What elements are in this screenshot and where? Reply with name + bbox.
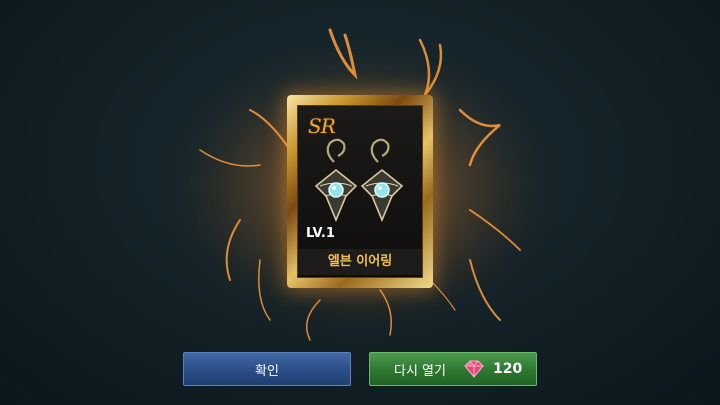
item-name: 엘븐 이어링 bbox=[298, 249, 422, 275]
reopen-button-label: 다시 열기 bbox=[394, 363, 446, 379]
confirm-button-label: 확인 bbox=[255, 363, 279, 379]
reopen-cost: 120 bbox=[492, 361, 523, 377]
elven-earrings-icon bbox=[314, 138, 404, 223]
item-card-panel: SR LV.1 엘븐 이어링 bbox=[297, 105, 423, 278]
item-card: SR LV.1 엘븐 이어링 bbox=[287, 95, 433, 288]
ruby-gem-icon bbox=[464, 360, 484, 378]
gacha-result-screen: SR LV.1 엘븐 이어링 확인 다시 열기 120 bbox=[0, 0, 720, 405]
item-level: LV.1 bbox=[306, 226, 335, 241]
reopen-button[interactable]: 다시 열기 120 bbox=[369, 352, 537, 386]
confirm-button[interactable]: 확인 bbox=[183, 352, 351, 386]
